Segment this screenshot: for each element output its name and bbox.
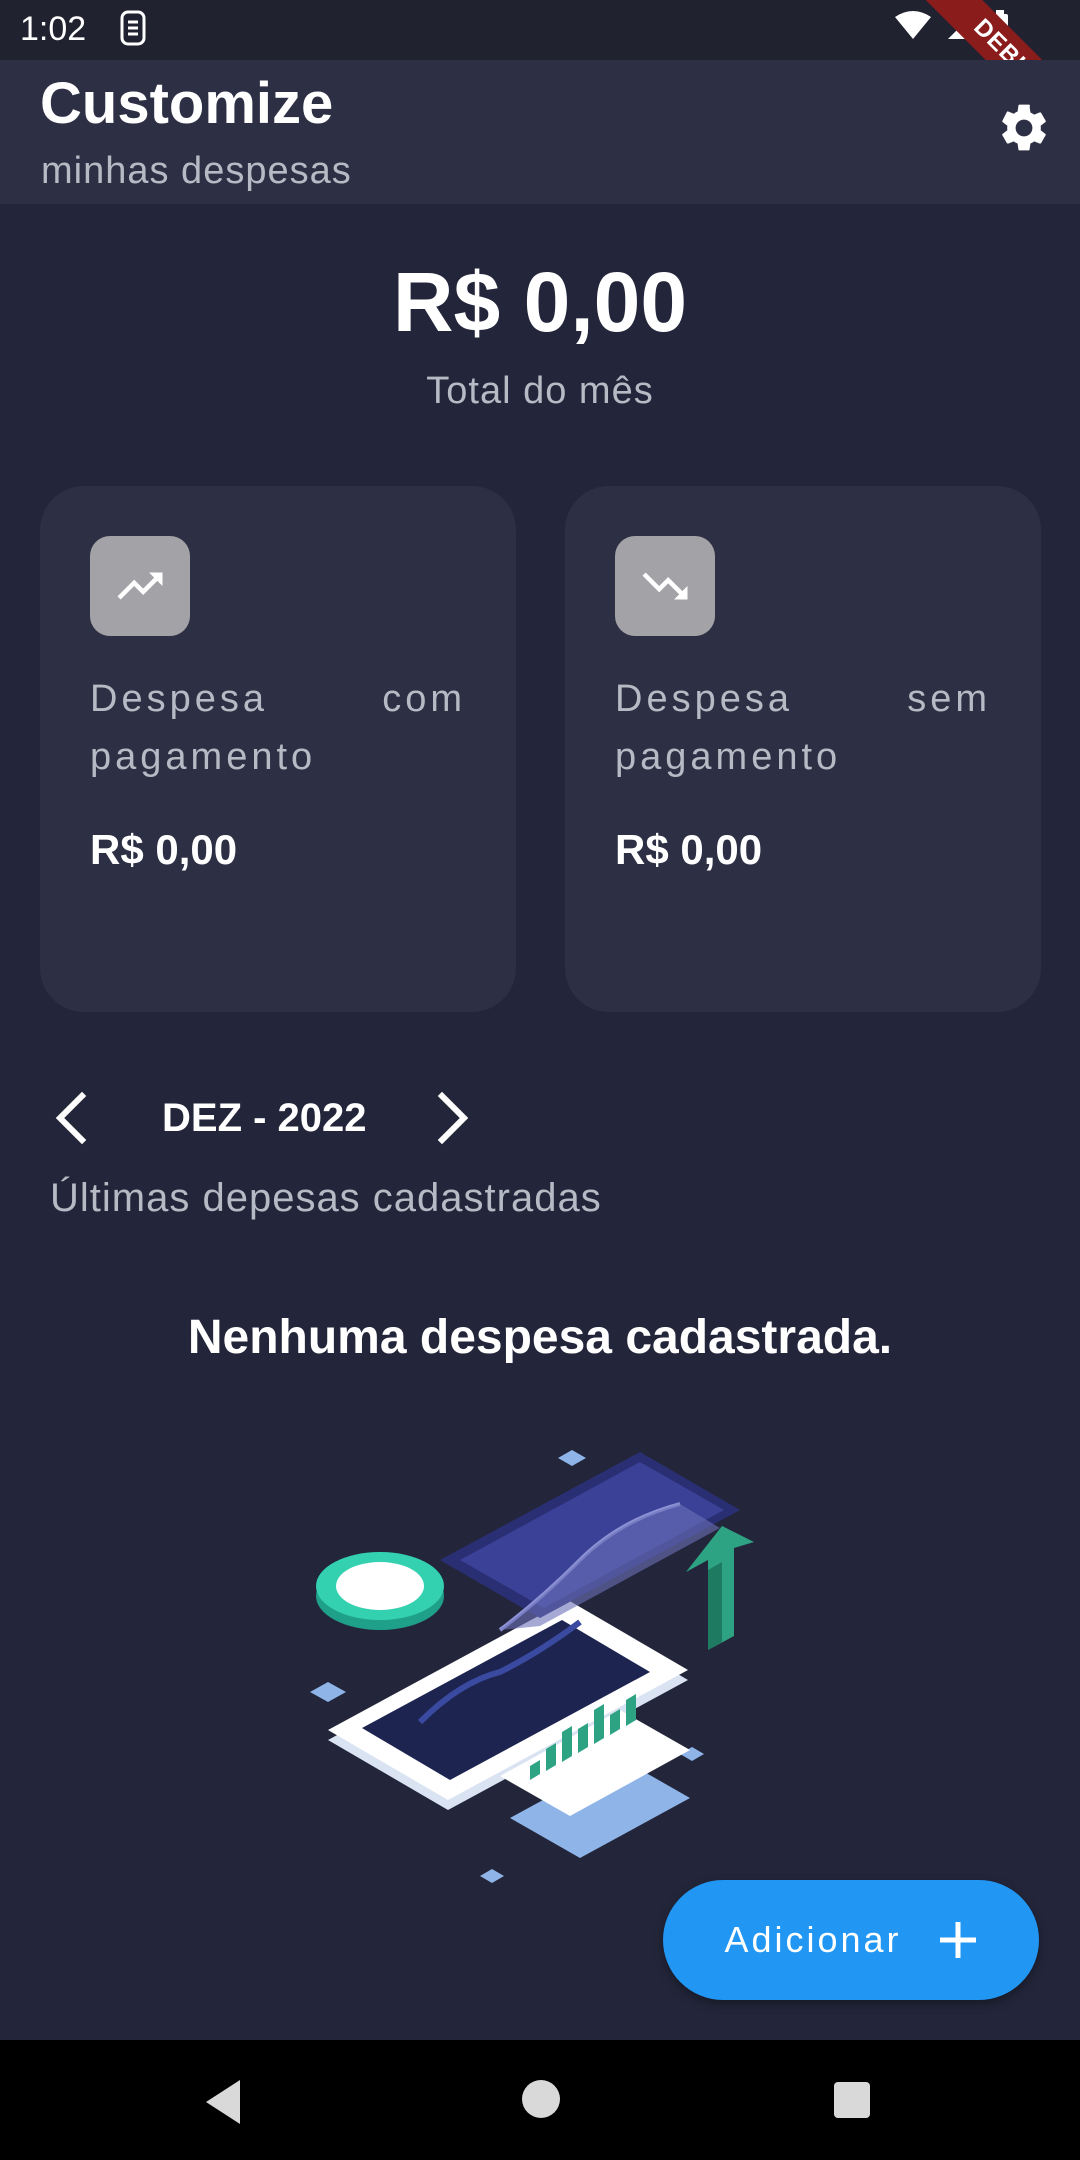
finance-illustration <box>310 1450 754 1883</box>
paid-expenses-card[interactable]: Despesa com pagamento R$ 0,00 <box>40 486 516 1012</box>
plus-icon <box>939 1922 976 1958</box>
gear-icon[interactable] <box>996 100 1052 156</box>
app-title: Customize <box>40 71 334 136</box>
recents-icon[interactable] <box>834 2082 870 2118</box>
back-icon[interactable] <box>200 2078 248 2126</box>
chevron-left-icon[interactable] <box>50 1090 94 1146</box>
system-nav-bar <box>0 2040 1080 2160</box>
empty-state-title: Nenhuma despesa cadastrada. <box>187 1311 893 1364</box>
month-total-label: Total do mês <box>426 370 654 412</box>
trending-down-icon <box>615 536 715 636</box>
status-time: 1:02 <box>20 10 87 48</box>
month-total-amount: R$ 0,00 <box>392 255 688 349</box>
card-label: Despesa sem pagamento <box>615 678 991 778</box>
month-label: DEZ - 2022 <box>162 1096 367 1140</box>
app-subtitle: minhas despesas <box>41 150 352 192</box>
month-navigator: DEZ - 2022 <box>50 1090 490 1146</box>
app-bar: Customize minhas despesas <box>0 60 1080 204</box>
status-bar: 1:02 DEBUG <box>0 0 1080 163</box>
unpaid-expenses-card[interactable]: Despesa sem pagamento R$ 0,00 <box>565 486 1041 1012</box>
card-value: R$ 0,00 <box>90 826 238 873</box>
card-value: R$ 0,00 <box>615 826 763 873</box>
chevron-right-icon[interactable] <box>430 1090 474 1146</box>
trending-up-icon <box>90 536 190 636</box>
recent-expenses-heading: Últimas depesas cadastradas <box>50 1176 602 1220</box>
home-icon[interactable] <box>522 2080 560 2118</box>
wifi-icon <box>895 11 931 39</box>
sim-icon <box>120 10 146 46</box>
add-expense-button[interactable]: Adicionar <box>663 1880 1039 2000</box>
add-button-label: Adicionar <box>724 1919 902 1960</box>
card-label: Despesa com pagamento <box>90 678 466 778</box>
